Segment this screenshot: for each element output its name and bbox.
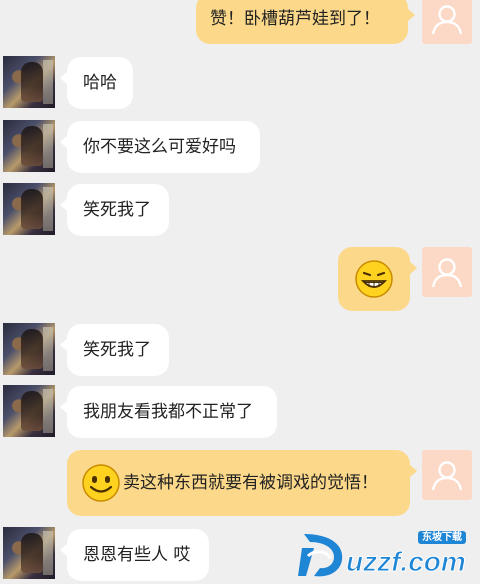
message-row: 哈哈: [0, 56, 480, 112]
message-text: 你不要这么可爱好吗: [83, 137, 236, 157]
message-text: 哈哈: [83, 73, 117, 93]
message-bubble-other[interactable]: 笑死我了: [60, 184, 169, 236]
avatar[interactable]: [3, 183, 55, 235]
message-bubble-other[interactable]: 你不要这么可爱好吗: [60, 121, 260, 173]
message-row: 卖这种东西就要有被调戏的觉悟！: [0, 450, 480, 520]
user-placeholder-icon: [431, 461, 463, 491]
message-row: [0, 245, 480, 315]
avatar[interactable]: [3, 56, 55, 108]
message-row: 赞！卧槽葫芦娃到了！: [0, 0, 480, 44]
user-placeholder-icon: [431, 5, 463, 35]
message-bubble-self[interactable]: 卖这种东西就要有被调戏的觉悟！: [67, 450, 417, 516]
user-placeholder-icon: [431, 258, 463, 288]
message-row: 我朋友看我都不正常了: [0, 385, 480, 441]
message-text: 我朋友看我都不正常了: [83, 402, 253, 422]
message-bubble-self[interactable]: [338, 247, 417, 311]
message-bubble-other[interactable]: 哈哈: [60, 57, 133, 109]
avatar[interactable]: [3, 323, 55, 375]
smiling-face-emoji: [82, 464, 120, 502]
avatar[interactable]: [422, 450, 472, 500]
avatar[interactable]: [3, 527, 55, 579]
message-bubble-other[interactable]: 恩恩有些人 哎: [60, 529, 209, 581]
watermark: uzzf.com 东坡下载: [296, 528, 474, 584]
watermark-tag: 东坡下载: [418, 531, 466, 544]
dongpo-logo-icon: [298, 534, 343, 577]
message-row: 笑死我了: [0, 183, 480, 239]
message-text: 笑死我了: [83, 340, 151, 360]
message-row: 你不要这么可爱好吗: [0, 120, 480, 176]
message-row: 笑死我了: [0, 323, 480, 379]
avatar[interactable]: [422, 0, 472, 44]
message-text: 卖这种东西就要有被调戏的觉悟！: [123, 473, 378, 493]
avatar[interactable]: [3, 385, 55, 437]
message-bubble-other[interactable]: 笑死我了: [60, 324, 169, 376]
grinning-face-emoji: [355, 260, 393, 298]
avatar[interactable]: [3, 120, 55, 172]
watermark-brand: uzzf.com: [346, 546, 467, 578]
message-bubble-other[interactable]: 我朋友看我都不正常了: [60, 386, 277, 438]
avatar[interactable]: [422, 247, 472, 297]
message-text: 笑死我了: [83, 200, 151, 220]
message-bubble-self[interactable]: 赞！卧槽葫芦娃到了！: [196, 0, 415, 44]
message-text: 赞！卧槽葫芦娃到了！: [210, 9, 380, 29]
message-text: 恩恩有些人 哎: [83, 545, 191, 565]
